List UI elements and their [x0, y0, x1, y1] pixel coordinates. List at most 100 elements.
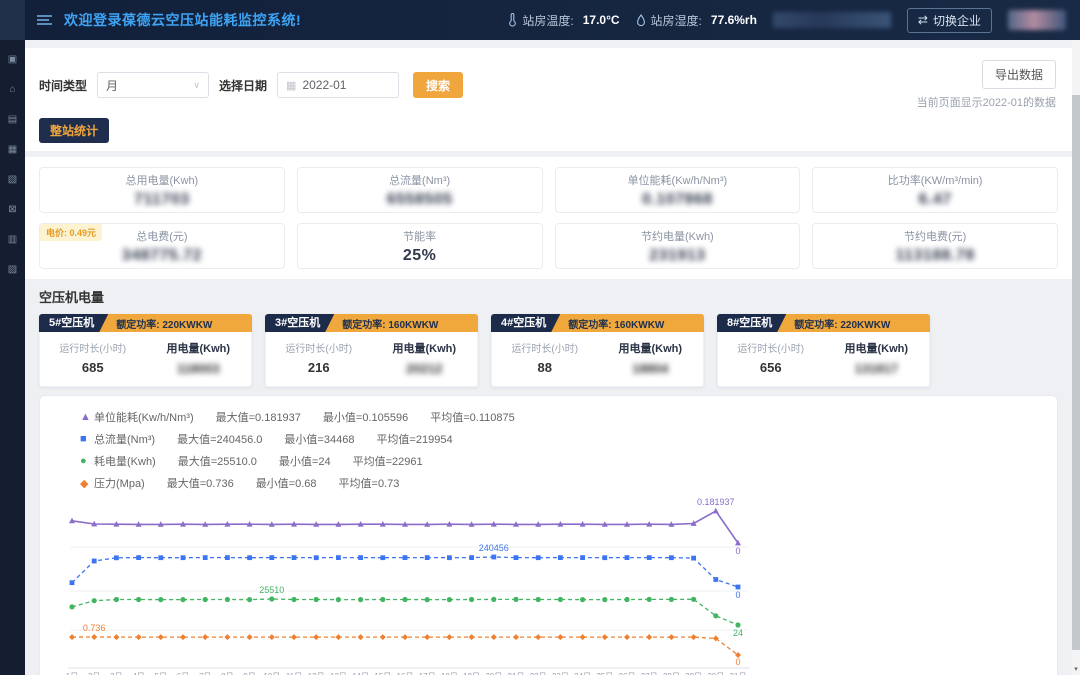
- sidebar-icon-overview[interactable]: ▣: [8, 54, 17, 65]
- power-usage-value: 131817: [855, 361, 898, 376]
- power-usage-column: 用电量(Kwh)20212: [372, 340, 478, 376]
- run-hours-value: 216: [308, 360, 330, 375]
- svg-text:0.736: 0.736: [83, 623, 106, 633]
- stat-card-7: 节约电量(Kwh)231913: [555, 223, 801, 269]
- power-usage-value: 20212: [406, 361, 442, 376]
- line-chart: 1日2日3日4日5日6日7日8日9日10日11日12日13日14日15日16日1…: [58, 497, 782, 675]
- run-hours-label: 运行时长(小时): [59, 340, 126, 355]
- run-hours-column: 运行时长(小时)216: [266, 340, 372, 376]
- legend-min-value: 最小值=0.105596: [323, 409, 408, 425]
- stat-value: 231913: [649, 247, 705, 265]
- legend-series-name: 总流量(Nm³): [94, 431, 155, 447]
- username-blurred: [1008, 10, 1066, 30]
- stat-title: 节约电费(元): [904, 228, 966, 244]
- svg-text:24: 24: [733, 628, 743, 638]
- legend-min-value: 最小值=24: [279, 453, 331, 469]
- filter-panel: 时间类型 月 ∨ 选择日期 ▦ 2022-01 搜索 导出数据 当前页面显示20…: [25, 48, 1072, 151]
- compressor-section: 空压机电量 5#空压机额定功率: 220KWKW运行时长(小时)685用电量(K…: [39, 287, 1058, 387]
- compressor-name-chip: 8#空压机: [717, 314, 786, 332]
- stat-card-2: 总流量(Nm³)6558505: [297, 167, 543, 213]
- compressor-card-3: 4#空压机额定功率: 160KWKW运行时长(小时)88用电量(Kwh)1880…: [491, 314, 704, 387]
- legend-avg-value: 平均值=0.73: [339, 475, 400, 491]
- sidebar-icon-report[interactable]: ▧: [8, 174, 17, 185]
- power-usage-column: 用电量(Kwh)18804: [598, 340, 704, 376]
- date-input[interactable]: ▦ 2022-01: [277, 72, 399, 98]
- sidebar-icon-log[interactable]: ▥: [8, 234, 17, 245]
- compressor-card-2: 3#空压机额定功率: 160KWKW运行时长(小时)216用电量(Kwh)202…: [265, 314, 478, 387]
- svg-text:0: 0: [735, 590, 740, 600]
- stat-row-1: 总用电量(Kwh)711703总流量(Nm³)6558505单位能耗(Kw/h/…: [39, 167, 1058, 213]
- compressor-card-1: 5#空压机额定功率: 220KWKW运行时长(小时)685用电量(Kwh)118…: [39, 314, 252, 387]
- stat-value: 348775.72: [122, 247, 202, 265]
- station-stats-badge[interactable]: 整站统计: [39, 118, 109, 143]
- rated-power-label: 额定功率: 160KWKW: [568, 316, 664, 331]
- legend-min-value: 最小值=0.68: [256, 475, 317, 491]
- rated-power-label: 额定功率: 220KWKW: [794, 316, 890, 331]
- station-humidity-value: 77.6%rh: [711, 13, 757, 27]
- compressor-section-title: 空压机电量: [39, 287, 1058, 306]
- sidebar-icon-energy[interactable]: ▤: [8, 114, 17, 125]
- stat-value: 25%: [403, 247, 437, 265]
- stat-value: 6.47: [919, 191, 952, 209]
- run-hours-column: 运行时长(小时)656: [718, 340, 824, 376]
- run-hours-column: 运行时长(小时) 685: [40, 340, 146, 376]
- search-button[interactable]: 搜索: [413, 72, 463, 98]
- stat-title: 总电费(元): [136, 228, 187, 244]
- sidebar: ▣ ⌂ ▤ ▦ ▧ ⊠ ▥ ▨: [0, 40, 25, 675]
- stat-value: 0.107868: [642, 191, 713, 209]
- electricity-price-badge: 电价: 0.49元: [40, 224, 102, 241]
- compressor-card-body: 运行时长(小时)88用电量(Kwh)18804: [491, 332, 704, 387]
- compressor-name-chip: 3#空压机: [265, 314, 334, 332]
- svg-text:0: 0: [735, 546, 740, 556]
- page-data-note: 当前页面显示2022-01的数据: [917, 94, 1056, 110]
- legend-item-4[interactable]: ◆压力(Mpa)最大值=0.736最小值=0.68平均值=0.73: [80, 475, 1039, 491]
- chevron-down-icon: ∨: [193, 80, 200, 91]
- legend-avg-value: 平均值=219954: [376, 431, 452, 447]
- svg-text:25510: 25510: [259, 585, 284, 595]
- legend-min-value: 最小值=34468: [284, 431, 354, 447]
- legend-item-2[interactable]: ■总流量(Nm³) 最大值=240456.0 最小值=34468 平均值=219954: [80, 431, 1039, 447]
- switch-arrows-icon: ⇄: [918, 13, 928, 27]
- legend-series-name: 耗电量(Kwh): [94, 453, 156, 469]
- legend-item-1[interactable]: ▲单位能耗(Kw/h/Nm³)最大值=0.181937最小值=0.105596平…: [80, 409, 1039, 425]
- compressor-name-chip: 4#空压机: [491, 314, 560, 332]
- run-hours-label: 运行时长(小时): [511, 340, 578, 355]
- power-usage-label: 用电量(Kwh): [844, 340, 908, 356]
- compressor-card-4: 8#空压机额定功率: 220KWKW 运行时长(小时)656 用电量(Kwh) 131…: [717, 314, 930, 387]
- sidebar-icon-settings[interactable]: ▨: [8, 264, 17, 275]
- compressor-card-header: 4#空压机额定功率: 160KWKW: [491, 314, 704, 332]
- sidebar-icon-home[interactable]: ⌂: [9, 84, 15, 95]
- stat-card-6: 节能率25%: [297, 223, 543, 269]
- date-value: 2022-01: [302, 78, 346, 92]
- page-title: 欢迎登录葆德云空压站能耗监控系统!: [64, 10, 301, 30]
- export-data-button[interactable]: 导出数据: [982, 60, 1056, 89]
- compressor-card-body: 运行时长(小时)216用电量(Kwh)20212: [265, 332, 478, 387]
- header-right: 站房温度: 17.0°C 站房湿度: 77.6%rh ⇄ 切换企业: [508, 8, 1080, 33]
- legend-avg-value: 平均值=0.110875: [430, 409, 515, 425]
- legend-max-value: 最大值=240456.0: [177, 431, 262, 447]
- run-hours-column: 运行时长(小时)88: [492, 340, 598, 376]
- time-type-select[interactable]: 月 ∨: [97, 72, 209, 98]
- sidebar-icon-alarm[interactable]: ⊠: [8, 204, 16, 215]
- rated-power-label: 额定功率: 220KWKW: [116, 316, 212, 331]
- legend-square-icon: ■: [80, 433, 94, 445]
- station-humidity-label: 站房湿度:: [651, 12, 702, 29]
- svg-text:0.181937: 0.181937: [697, 497, 735, 507]
- water-drop-icon: [636, 14, 646, 27]
- sidebar-icon-monitor[interactable]: ▦: [8, 144, 17, 155]
- scrollbar-thumb[interactable]: [1072, 95, 1080, 650]
- switch-company-button[interactable]: ⇄ 切换企业: [907, 8, 992, 33]
- time-type-value: 月: [106, 77, 118, 94]
- stat-title: 总用电量(Kwh): [126, 172, 199, 188]
- scroll-down-arrow-icon[interactable]: ▾: [1072, 665, 1080, 675]
- power-usage-column: 用电量(Kwh)118003: [146, 340, 252, 376]
- power-usage-value: 18804: [632, 361, 668, 376]
- power-usage-label: 用电量(Kwh): [166, 340, 230, 356]
- station-temp-value: 17.0°C: [583, 13, 620, 27]
- legend-item-3[interactable]: ●耗电量(Kwh)最大值=25510.0最小值=24平均值=22961: [80, 453, 1039, 469]
- run-hours-value: 685: [82, 360, 104, 375]
- menu-toggle-icon[interactable]: [37, 14, 52, 26]
- legend-circle-icon: ●: [80, 455, 94, 467]
- scrollbar[interactable]: ▾: [1072, 40, 1080, 675]
- chart-area: 1日2日3日4日5日6日7日8日9日10日11日12日13日14日15日16日1…: [58, 497, 1039, 675]
